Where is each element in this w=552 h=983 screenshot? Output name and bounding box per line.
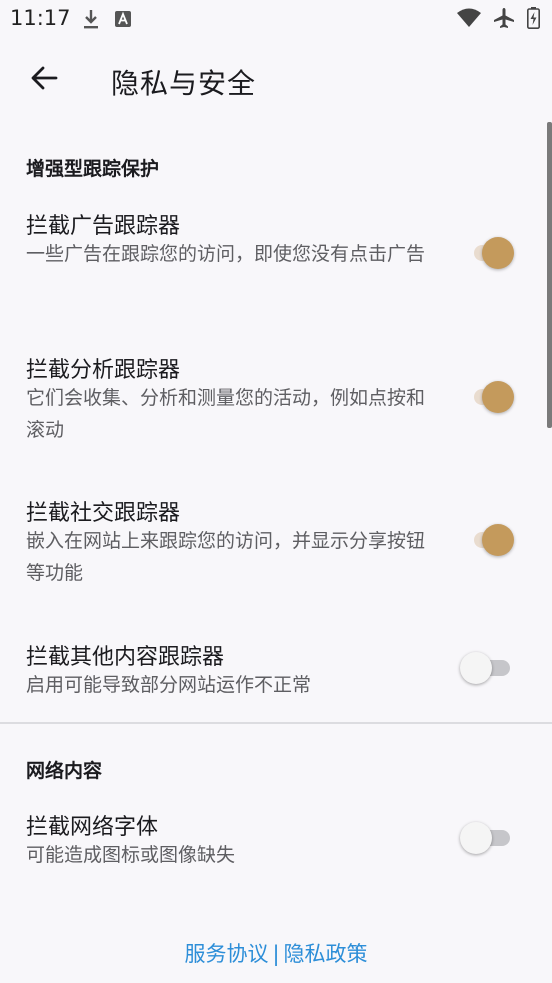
footer-links: 服务协议 | 隐私政策 bbox=[0, 938, 552, 968]
status-bar: 11:17 bbox=[0, 0, 552, 38]
status-time: 11:17 bbox=[10, 6, 71, 30]
pref-summary: 一些广告在跟踪您的访问，即使您没有点击广告 bbox=[26, 243, 426, 265]
pref-title: 拦截分析跟踪器 bbox=[26, 358, 181, 383]
pref-block-web-fonts[interactable]: 拦截网络字体 可能造成图标或图像缺失 bbox=[0, 797, 552, 879]
pref-title: 拦截其他内容跟踪器 bbox=[26, 645, 225, 670]
pref-summary: 启用可能导致部分网站运作不正常 bbox=[26, 674, 312, 696]
pref-block-ad-trackers[interactable]: 拦截广告跟踪器 一些广告在跟踪您的访问，即使您没有点击广告 bbox=[0, 196, 552, 320]
section-header-web-content: 网络内容 bbox=[26, 760, 103, 782]
analytics-trackers-switch[interactable] bbox=[462, 380, 514, 414]
pref-title: 拦截网络字体 bbox=[26, 815, 159, 840]
privacy-link[interactable]: 隐私政策 bbox=[284, 942, 368, 966]
pref-summary: 嵌入在网站上来跟踪您的访问，并显示分享按钮等功能 bbox=[26, 530, 426, 584]
battery-charging-icon bbox=[527, 7, 540, 33]
font-app-icon bbox=[114, 10, 132, 32]
web-fonts-switch[interactable] bbox=[460, 821, 514, 855]
pref-block-social-trackers[interactable]: 拦截社交跟踪器 嵌入在网站上来跟踪您的访问，并显示分享按钮等功能 bbox=[0, 483, 552, 607]
pref-summary: 它们会收集、分析和测量您的活动，例如点按和滚动 bbox=[26, 387, 426, 441]
arrow-back-icon bbox=[28, 62, 60, 98]
pref-title: 拦截社交跟踪器 bbox=[26, 501, 181, 526]
app-bar: 隐私与安全 bbox=[0, 48, 552, 112]
pref-block-other-content-trackers[interactable]: 拦截其他内容跟踪器 启用可能导致部分网站运作不正常 bbox=[0, 627, 552, 709]
ad-trackers-switch[interactable] bbox=[462, 236, 514, 270]
wifi-icon bbox=[457, 8, 481, 32]
section-divider bbox=[0, 722, 552, 724]
social-trackers-switch[interactable] bbox=[462, 523, 514, 557]
page-title: 隐私与安全 bbox=[111, 67, 257, 100]
section-header-tracking-protection: 增强型跟踪保护 bbox=[26, 158, 160, 180]
pref-summary: 可能造成图标或图像缺失 bbox=[26, 844, 236, 866]
download-icon bbox=[82, 8, 100, 34]
airplane-mode-icon bbox=[493, 7, 515, 33]
back-button[interactable] bbox=[22, 58, 66, 102]
other-content-trackers-switch[interactable] bbox=[460, 651, 514, 685]
footer-separator: | bbox=[272, 942, 280, 966]
terms-link[interactable]: 服务协议 bbox=[184, 942, 268, 966]
pref-block-analytics-trackers[interactable]: 拦截分析跟踪器 它们会收集、分析和测量您的活动，例如点按和滚动 bbox=[0, 340, 552, 464]
pref-title: 拦截广告跟踪器 bbox=[26, 214, 181, 239]
